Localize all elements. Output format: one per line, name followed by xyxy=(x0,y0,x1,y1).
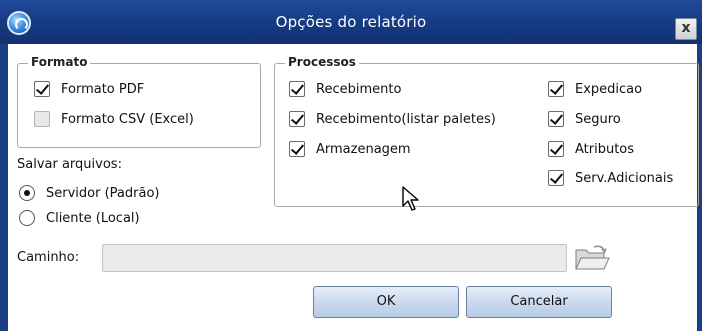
folder-icon[interactable] xyxy=(573,243,611,273)
atributos-label: Atributos xyxy=(575,141,635,157)
mouse-pointer-icon xyxy=(402,186,419,211)
csv-label: Formato CSV (Excel) xyxy=(61,111,194,127)
recebimento-label: Recebimento xyxy=(316,81,402,97)
expedicao-checkbox[interactable]: Expedicao xyxy=(548,79,642,99)
atributos-checkbox[interactable]: Atributos xyxy=(548,139,634,159)
serv-adicionais-checkbox[interactable]: Serv.Adicionais xyxy=(548,168,673,188)
checkbox-checked-icon xyxy=(548,111,564,127)
recebimento-paletes-label: Recebimento(listar paletes) xyxy=(316,111,496,127)
cancel-button[interactable]: Cancelar xyxy=(466,286,612,318)
formato-legend: Formato xyxy=(28,55,91,69)
ok-button[interactable]: OK xyxy=(313,286,459,318)
seguro-label: Seguro xyxy=(575,111,621,127)
csv-checkbox[interactable]: Formato CSV (Excel) xyxy=(34,109,194,129)
radio-servidor[interactable]: Servidor (Padrão) xyxy=(19,183,159,203)
radio-selected-icon xyxy=(19,185,35,201)
report-options-dialog: Opções do relatório x Formato Formato PD… xyxy=(0,0,702,331)
recebimento-paletes-checkbox[interactable]: Recebimento(listar paletes) xyxy=(289,109,496,129)
armazenagem-checkbox[interactable]: Armazenagem xyxy=(289,139,411,159)
checkbox-checked-icon xyxy=(548,170,564,186)
checkbox-checked-icon xyxy=(548,81,564,97)
title-bar[interactable]: Opções do relatório x xyxy=(0,0,702,44)
radio-cliente[interactable]: Cliente (Local) xyxy=(19,208,140,228)
cliente-label: Cliente (Local) xyxy=(46,210,140,226)
checkbox-unchecked-icon xyxy=(34,111,50,127)
pdf-label: Formato PDF xyxy=(61,81,145,97)
servidor-label: Servidor (Padrão) xyxy=(46,185,160,201)
caminho-input[interactable] xyxy=(102,244,567,272)
recebimento-checkbox[interactable]: Recebimento xyxy=(289,79,401,99)
caminho-label: Caminho: xyxy=(17,250,80,265)
radio-unselected-icon xyxy=(19,210,35,226)
serv-adicionais-label: Serv.Adicionais xyxy=(575,170,674,186)
checkbox-checked-icon xyxy=(289,111,305,127)
seguro-checkbox[interactable]: Seguro xyxy=(548,109,621,129)
expedicao-label: Expedicao xyxy=(575,81,643,97)
checkbox-checked-icon xyxy=(34,81,50,97)
salvar-label: Salvar arquivos: xyxy=(17,157,122,172)
checkbox-checked-icon xyxy=(289,81,305,97)
close-button[interactable]: x xyxy=(675,18,697,40)
armazenagem-label: Armazenagem xyxy=(316,141,411,157)
checkbox-checked-icon xyxy=(548,141,564,157)
processos-legend: Processos xyxy=(285,55,359,69)
dialog-title: Opções do relatório xyxy=(275,13,427,31)
pdf-checkbox[interactable]: Formato PDF xyxy=(34,79,144,99)
window-frame-left xyxy=(0,44,8,331)
formato-group: Formato xyxy=(17,55,261,148)
checkbox-checked-icon xyxy=(289,141,305,157)
